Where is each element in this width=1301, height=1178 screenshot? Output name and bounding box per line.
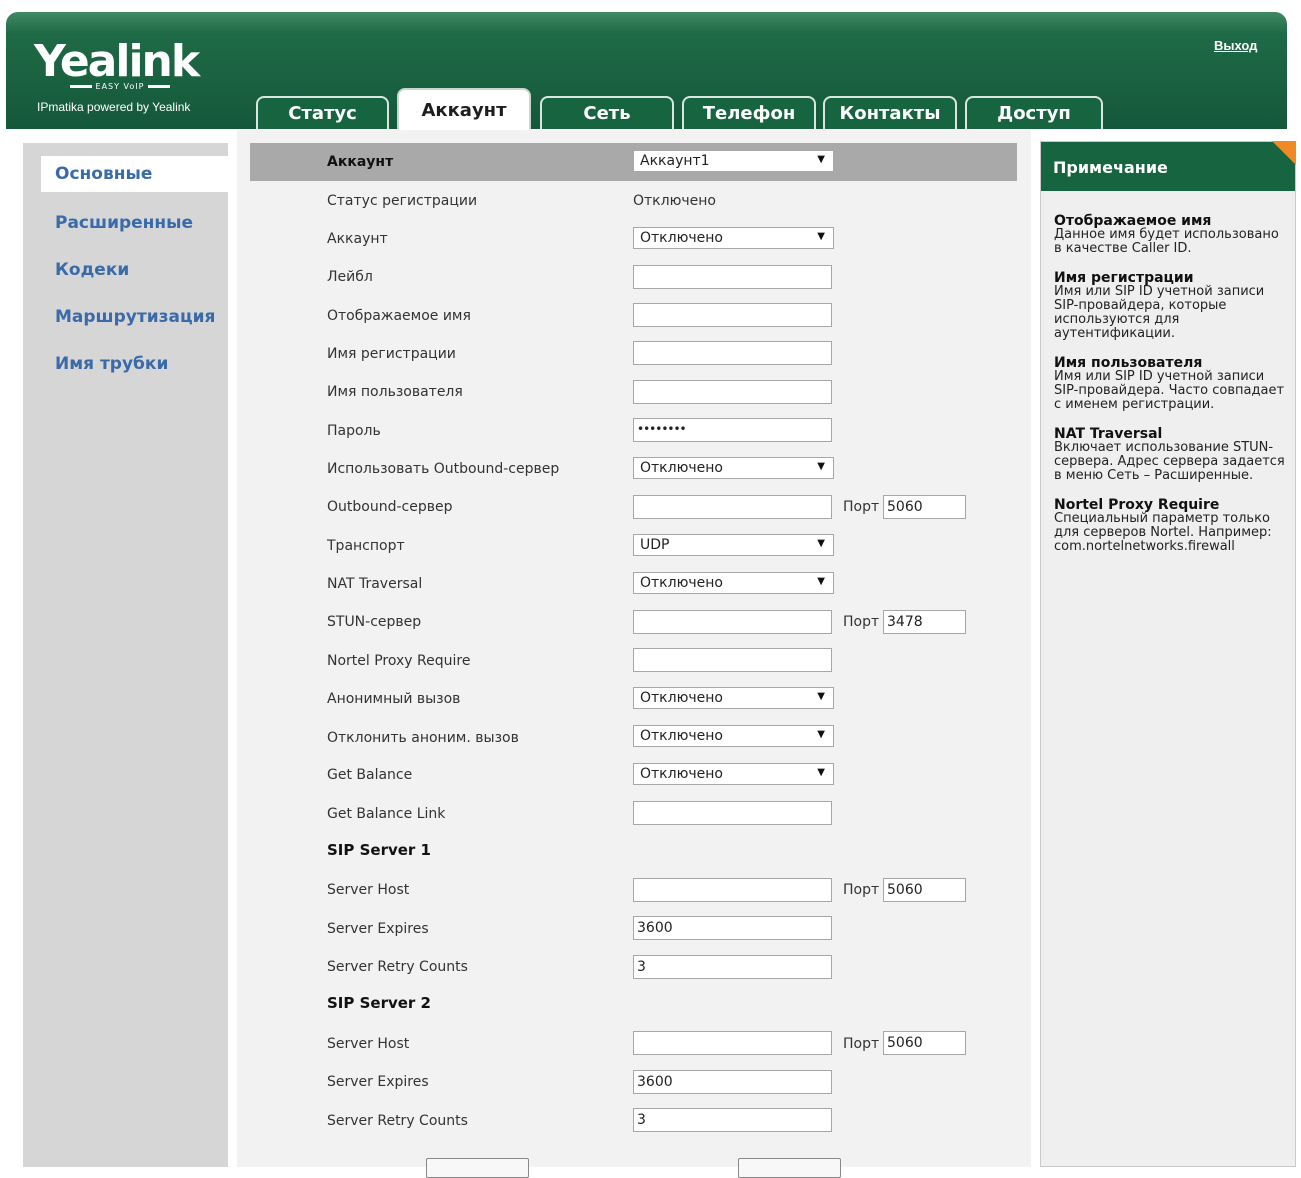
sip2-port-input[interactable] <box>883 1031 966 1055</box>
confirm-button[interactable] <box>426 1158 529 1178</box>
get-balance-link-input[interactable] <box>633 801 832 825</box>
stun-server-label: STUN-сервер <box>327 614 422 630</box>
tab-contacts[interactable]: Контакты <box>823 96 957 129</box>
note-panel: Примечание Отображаемое имя Данное имя б… <box>1040 141 1296 1167</box>
use-outbound-select[interactable]: Отключено ▼ <box>633 457 834 479</box>
note-item: Имя пользователя Имя или SIP ID учетной … <box>1054 355 1285 412</box>
label-field-label: Лейбл <box>327 269 373 285</box>
sip1-host-label: Server Host <box>327 882 410 898</box>
password-label: Пароль <box>327 423 381 439</box>
tab-phone[interactable]: Телефон <box>682 96 816 129</box>
anon-call-select[interactable]: Отключено ▼ <box>633 687 834 709</box>
sidebar-item-advanced[interactable]: Расширенные <box>55 213 193 233</box>
sip2-host-label: Server Host <box>327 1036 410 1052</box>
note-item: NAT Traversal Включает использование STU… <box>1054 426 1285 483</box>
display-name-input[interactable] <box>633 303 832 327</box>
sip1-port-label: Порт <box>843 882 880 898</box>
nat-traversal-select[interactable]: Отключено ▼ <box>633 572 834 594</box>
username-label: Имя пользователя <box>327 384 463 400</box>
logo-tagline: IPmatika powered by Yealink <box>37 100 191 114</box>
note-corner-flag-icon <box>1272 141 1296 165</box>
label-input[interactable] <box>633 265 832 289</box>
register-name-label: Имя регистрации <box>327 346 456 362</box>
sip2-expires-label: Server Expires <box>327 1074 429 1090</box>
nortel-proxy-input[interactable] <box>633 648 832 672</box>
sip2-port-label: Порт <box>843 1036 880 1052</box>
transport-select[interactable]: UDP ▼ <box>633 534 834 556</box>
stun-port-label: Порт <box>843 614 880 630</box>
outbound-port-label: Порт <box>843 499 880 515</box>
logo-sub-text: EASY VoIP <box>95 82 145 91</box>
reject-anon-label: Отклонить аноним. вызов <box>327 730 519 746</box>
sip1-port-input[interactable] <box>883 878 966 902</box>
account-select[interactable]: Аккаунт1 ▼ <box>633 150 834 172</box>
dropdown-arrow-icon: ▼ <box>817 231 825 242</box>
get-balance-link-label: Get Balance Link <box>327 806 446 822</box>
note-header: Примечание <box>1041 142 1295 191</box>
sip2-expires-input[interactable] <box>633 1070 832 1094</box>
display-name-label: Отображаемое имя <box>327 308 471 324</box>
note-item: Имя регистрации Имя или SIP ID учетной з… <box>1054 270 1265 341</box>
sip2-retry-input[interactable] <box>633 1108 832 1132</box>
transport-label: Транспорт <box>327 538 405 554</box>
anon-call-label: Анонимный вызов <box>327 691 461 707</box>
nortel-proxy-label: Nortel Proxy Require <box>327 653 471 669</box>
sip1-expires-input[interactable] <box>633 916 832 940</box>
sip2-host-input[interactable] <box>633 1031 832 1055</box>
note-body: Отображаемое имя Данное имя будет исполь… <box>1054 214 1290 569</box>
sidebar-item-codecs[interactable]: Кодеки <box>55 260 129 280</box>
get-balance-select[interactable]: Отключено ▼ <box>633 763 834 785</box>
cancel-button[interactable] <box>738 1158 841 1178</box>
sip2-retry-label: Server Retry Counts <box>327 1113 468 1129</box>
logout-link[interactable]: Выход <box>1214 38 1257 53</box>
reject-anon-select[interactable]: Отключено ▼ <box>633 725 834 747</box>
register-name-input[interactable] <box>633 341 832 365</box>
dropdown-arrow-icon: ▼ <box>817 691 825 702</box>
sip1-retry-label: Server Retry Counts <box>327 959 468 975</box>
sip-server-1-title: SIP Server 1 <box>327 841 431 859</box>
dropdown-arrow-icon: ▼ <box>817 154 825 165</box>
sip1-expires-label: Server Expires <box>327 921 429 937</box>
sip-server-2-title: SIP Server 2 <box>327 994 431 1012</box>
tab-status[interactable]: Статус <box>256 96 389 129</box>
dropdown-arrow-icon: ▼ <box>817 576 825 587</box>
account-select-label: Аккаунт <box>327 154 394 170</box>
password-input[interactable]: •••••••• <box>633 418 832 442</box>
sidebar-item-handset-name[interactable]: Имя трубки <box>55 354 168 374</box>
account-form: Аккаунт Аккаунт1 ▼ Статус регистрации Отк… <box>237 130 1031 1178</box>
outbound-server-label: Outbound-сервер <box>327 499 453 515</box>
dropdown-arrow-icon: ▼ <box>817 729 825 740</box>
outbound-port-input[interactable] <box>883 495 966 519</box>
left-sidebar: Основные Расширенные Кодеки Маршрутизаци… <box>23 143 228 1167</box>
dropdown-arrow-icon: ▼ <box>817 767 825 778</box>
note-title: Примечание <box>1053 158 1168 177</box>
sidebar-item-basic[interactable]: Основные <box>41 156 228 192</box>
outbound-server-input[interactable] <box>633 495 832 519</box>
logo-subline: EASY VoIP <box>66 81 174 92</box>
use-outbound-label: Использовать Outbound-сервер <box>327 461 560 477</box>
sip1-host-input[interactable] <box>633 878 832 902</box>
dropdown-arrow-icon: ▼ <box>817 538 825 549</box>
top-header: Yealink EASY VoIP IPmatika powered by Ye… <box>6 12 1287 129</box>
logo-wordmark: Yealink <box>34 36 200 87</box>
stun-server-input[interactable] <box>633 610 832 634</box>
note-item: Nortel Proxy Require Специальный парамет… <box>1054 497 1272 554</box>
reg-status-value: Отключено <box>633 193 716 209</box>
tab-account[interactable]: Аккаунт <box>397 88 531 129</box>
account-enable-label: Аккаунт <box>327 231 388 247</box>
tab-network[interactable]: Сеть <box>540 96 674 129</box>
yealink-logo: Yealink EASY VoIP IPmatika powered by Ye… <box>34 36 200 115</box>
note-item: Отображаемое имя Данное имя будет исполь… <box>1054 213 1279 256</box>
account-enable-select[interactable]: Отключено ▼ <box>633 227 834 249</box>
stun-port-input[interactable] <box>883 610 966 634</box>
nat-traversal-label: NAT Traversal <box>327 576 423 592</box>
sip1-retry-input[interactable] <box>633 955 832 979</box>
dropdown-arrow-icon: ▼ <box>817 461 825 472</box>
tab-access[interactable]: Доступ <box>965 96 1103 129</box>
sidebar-item-routing[interactable]: Маршрутизация <box>55 307 215 327</box>
reg-status-label: Статус регистрации <box>327 193 478 209</box>
get-balance-label: Get Balance <box>327 767 413 783</box>
username-input[interactable] <box>633 380 832 404</box>
